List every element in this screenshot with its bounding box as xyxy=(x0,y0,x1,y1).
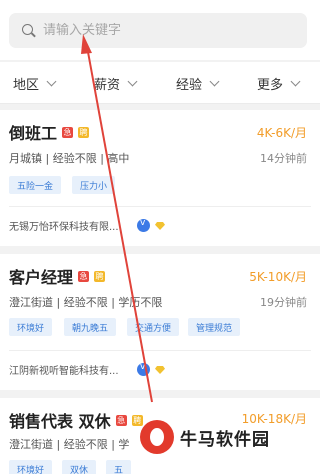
job-tag: 管理规范 xyxy=(188,318,241,336)
job-tag: 环境好 xyxy=(9,460,53,474)
job-meta: 月城镇 | 经验不限 | 高中 xyxy=(9,152,130,165)
job-salary: 4K-6K/月 xyxy=(256,126,307,140)
job-card[interactable]: 客户经理 急 聘 5K-10K/月 澄江街道 | 经验不限 | 学历不限 19分… xyxy=(0,254,320,390)
diamond-icon xyxy=(155,366,165,374)
watermark: 牛马软件园 xyxy=(140,420,270,454)
chevron-down-icon xyxy=(290,76,301,86)
urgent-badge-icon: 急 xyxy=(78,270,90,282)
job-tag: 环境好 xyxy=(9,318,53,336)
watermark-logo-icon xyxy=(140,420,174,454)
job-title: 销售代表 双休 xyxy=(9,412,111,431)
search-box[interactable] xyxy=(9,13,307,48)
search-input[interactable] xyxy=(43,23,263,38)
job-salary: 5K-10K/月 xyxy=(249,270,307,284)
filter-salary-label: 薪资 xyxy=(94,77,121,93)
job-title: 倒班工 xyxy=(9,124,58,143)
filter-bar: 地区 薪资 经验 更多 xyxy=(0,62,320,104)
filter-experience-label: 经验 xyxy=(176,77,203,93)
search-icon xyxy=(21,23,37,39)
hiring-badge-icon: 聘 xyxy=(78,126,90,138)
urgent-badge-icon: 急 xyxy=(62,126,74,138)
chevron-down-icon xyxy=(46,76,57,86)
chevron-down-icon xyxy=(127,76,138,86)
filter-salary[interactable]: 薪资 xyxy=(94,62,138,104)
company-name[interactable]: 江阴新视听智能科技有... xyxy=(9,362,119,377)
watermark-text: 牛马软件园 xyxy=(180,429,270,450)
divider xyxy=(9,206,311,207)
job-time: 14分钟前 xyxy=(260,152,307,165)
diamond-icon xyxy=(155,222,165,230)
filter-region[interactable]: 地区 xyxy=(13,62,57,104)
job-tag: 压力小 xyxy=(72,176,116,194)
search-header xyxy=(0,0,320,60)
job-meta: 澄江街道 | 经验不限 | 学历不限 xyxy=(9,296,163,309)
job-meta: 澄江街道 | 经验不限 | 学 xyxy=(9,438,130,451)
job-time: 19分钟前 xyxy=(260,296,307,309)
verified-icon xyxy=(137,218,150,232)
job-tag: 五险一金 xyxy=(9,176,62,194)
divider xyxy=(9,350,311,351)
job-card[interactable]: 倒班工 急 聘 4K-6K/月 月城镇 | 经验不限 | 高中 14分钟前 五险… xyxy=(0,110,320,246)
job-tag: 五 xyxy=(106,460,132,474)
filter-region-label: 地区 xyxy=(13,77,40,93)
job-tag: 双休 xyxy=(62,460,97,474)
filter-experience[interactable]: 经验 xyxy=(176,62,220,104)
verified-icon xyxy=(137,362,150,376)
chevron-down-icon xyxy=(209,76,220,86)
job-title: 客户经理 xyxy=(9,268,74,287)
job-tag: 交通方便 xyxy=(127,318,180,336)
filter-more[interactable]: 更多 xyxy=(257,62,301,104)
filter-more-label: 更多 xyxy=(257,77,284,93)
hiring-badge-icon: 聘 xyxy=(94,270,106,282)
urgent-badge-icon: 急 xyxy=(115,414,127,426)
job-tag: 朝九晚五 xyxy=(64,318,117,336)
company-name[interactable]: 无锡万怡环保科技有限... xyxy=(9,218,119,233)
